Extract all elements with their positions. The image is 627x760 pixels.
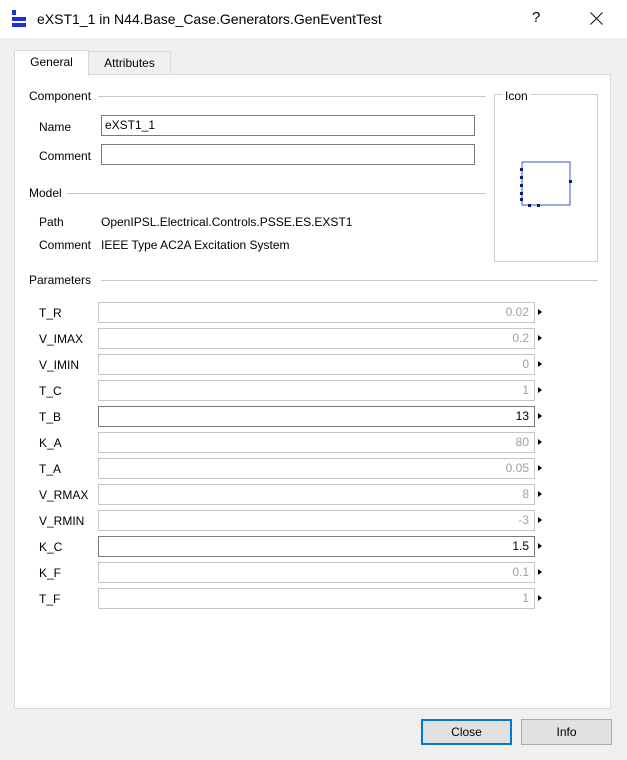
parameters-divider bbox=[101, 280, 598, 281]
model-comment-label: Comment bbox=[39, 238, 92, 252]
model-comment-value: IEEE Type AC2A Excitation System bbox=[101, 238, 290, 252]
parameter-menu-arrow-icon[interactable] bbox=[538, 335, 542, 341]
parameter-value-input[interactable]: 1 bbox=[98, 588, 535, 609]
parameter-row: V_RMIN -3 bbox=[0, 510, 627, 531]
parameter-row: T_C 1 bbox=[0, 380, 627, 401]
parameter-name: T_F bbox=[39, 592, 61, 606]
model-divider bbox=[67, 193, 486, 194]
component-icon-preview bbox=[520, 161, 572, 207]
component-divider bbox=[98, 96, 486, 97]
parameter-name: K_A bbox=[39, 436, 62, 450]
parameter-name: K_C bbox=[39, 540, 63, 554]
parameter-value-input[interactable]: 80 bbox=[98, 432, 535, 453]
name-input[interactable]: eXST1_1 bbox=[101, 115, 475, 136]
icon-section-label: Icon bbox=[503, 89, 530, 103]
close-button[interactable]: Close bbox=[421, 719, 512, 745]
parameter-name: V_RMAX bbox=[39, 488, 89, 502]
title-bar[interactable]: eXST1_1 in N44.Base_Case.Generators.GenE… bbox=[0, 0, 627, 38]
parameter-name: V_IMAX bbox=[39, 332, 84, 346]
help-button[interactable]: ? bbox=[532, 9, 540, 26]
parameter-row: T_R 0.02 bbox=[0, 302, 627, 323]
parameter-menu-arrow-icon[interactable] bbox=[538, 413, 542, 419]
parameter-value-input[interactable]: 1.5 bbox=[98, 536, 535, 557]
modelica-class-icon bbox=[12, 10, 26, 28]
parameter-name: T_C bbox=[39, 384, 62, 398]
model-path-value: OpenIPSL.Electrical.Controls.PSSE.ES.EXS… bbox=[101, 215, 353, 229]
info-button[interactable]: Info bbox=[521, 719, 612, 745]
parameter-value-input[interactable]: 13 bbox=[98, 406, 535, 427]
parameter-row: T_B 13 bbox=[0, 406, 627, 427]
parameter-row: T_A 0.05 bbox=[0, 458, 627, 479]
parameter-value-input[interactable]: 0.2 bbox=[98, 328, 535, 349]
parameter-value-input[interactable]: 0.1 bbox=[98, 562, 535, 583]
parameter-name: T_A bbox=[39, 462, 62, 476]
parameter-name: V_IMIN bbox=[39, 358, 80, 372]
model-section-label: Model bbox=[29, 186, 62, 200]
parameter-row: V_IMIN 0 bbox=[0, 354, 627, 375]
parameter-row: T_F 1 bbox=[0, 588, 627, 609]
comment-label: Comment bbox=[39, 149, 92, 163]
close-window-icon[interactable] bbox=[586, 8, 608, 30]
parameter-name: T_R bbox=[39, 306, 62, 320]
parameter-menu-arrow-icon[interactable] bbox=[538, 361, 542, 367]
parameter-row: K_C 1.5 bbox=[0, 536, 627, 557]
parameter-row: V_RMAX 8 bbox=[0, 484, 627, 505]
parameters-section-label: Parameters bbox=[29, 273, 92, 287]
parameter-menu-arrow-icon[interactable] bbox=[538, 517, 542, 523]
parameter-menu-arrow-icon[interactable] bbox=[538, 309, 542, 315]
parameter-menu-arrow-icon[interactable] bbox=[538, 491, 542, 497]
path-label: Path bbox=[39, 215, 64, 229]
parameter-value-input[interactable]: 0.02 bbox=[98, 302, 535, 323]
parameter-menu-arrow-icon[interactable] bbox=[538, 569, 542, 575]
parameter-menu-arrow-icon[interactable] bbox=[538, 543, 542, 549]
parameter-value-input[interactable]: 0 bbox=[98, 354, 535, 375]
parameter-name: T_B bbox=[39, 410, 62, 424]
component-section-label: Component bbox=[29, 89, 92, 103]
tab-general[interactable]: General bbox=[14, 50, 89, 76]
name-label: Name bbox=[39, 120, 72, 134]
parameter-value-input[interactable]: 0.05 bbox=[98, 458, 535, 479]
parameter-name: V_RMIN bbox=[39, 514, 85, 528]
window-title: eXST1_1 in N44.Base_Case.Generators.GenE… bbox=[37, 11, 382, 27]
parameter-menu-arrow-icon[interactable] bbox=[538, 465, 542, 471]
parameter-menu-arrow-icon[interactable] bbox=[538, 595, 542, 601]
parameter-row: V_IMAX 0.2 bbox=[0, 328, 627, 349]
comment-input[interactable] bbox=[101, 144, 475, 165]
parameter-value-input[interactable]: 1 bbox=[98, 380, 535, 401]
parameter-menu-arrow-icon[interactable] bbox=[538, 439, 542, 445]
parameter-value-input[interactable]: -3 bbox=[98, 510, 535, 531]
parameter-row: K_F 0.1 bbox=[0, 562, 627, 583]
parameter-menu-arrow-icon[interactable] bbox=[538, 387, 542, 393]
tab-attributes[interactable]: Attributes bbox=[89, 51, 171, 75]
component-parameters-dialog: eXST1_1 in N44.Base_Case.Generators.GenE… bbox=[0, 0, 627, 760]
parameter-name: K_F bbox=[39, 566, 62, 580]
parameter-row: K_A 80 bbox=[0, 432, 627, 453]
parameter-value-input[interactable]: 8 bbox=[98, 484, 535, 505]
